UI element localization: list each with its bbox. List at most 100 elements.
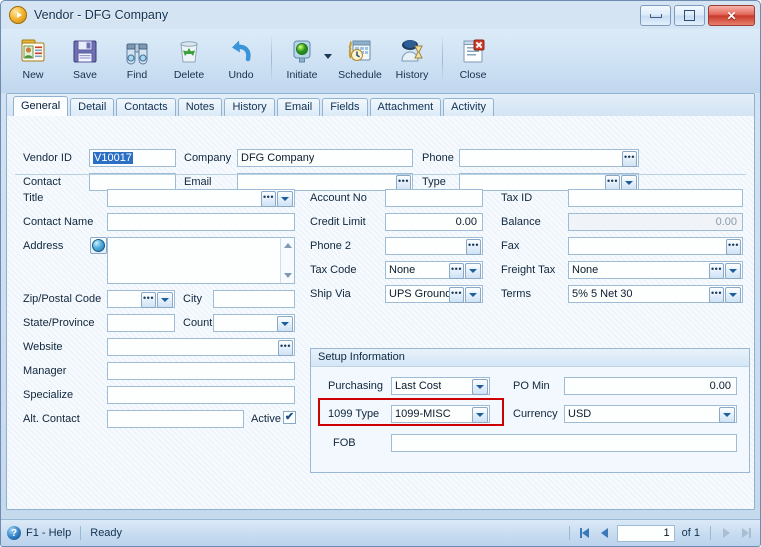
close-button[interactable]: ✕: [708, 5, 755, 26]
maximize-button[interactable]: [674, 5, 705, 26]
country-input[interactable]: [213, 314, 295, 332]
contact-label: Contact: [23, 176, 61, 188]
credit-limit-label: Credit Limit: [310, 216, 366, 228]
address-textarea[interactable]: [107, 237, 295, 284]
initiate-dropdown-arrow-icon[interactable]: [324, 53, 332, 59]
contact-name-input[interactable]: [107, 213, 295, 231]
website-ellipsis-button[interactable]: •••: [278, 340, 293, 356]
undo-button[interactable]: Undo: [215, 31, 267, 93]
zip-ellipsis-button[interactable]: •••: [141, 292, 156, 308]
tab-fields[interactable]: Fields: [322, 98, 368, 116]
toolbar-separator-1: [271, 34, 272, 84]
zip-input[interactable]: •••: [107, 290, 175, 308]
ship-via-input[interactable]: UPS Ground •••: [385, 285, 483, 303]
tax-code-input[interactable]: None •••: [385, 261, 483, 279]
ship-via-label: Ship Via: [310, 288, 351, 300]
country-dropdown-button[interactable]: [277, 316, 293, 332]
previous-record-button[interactable]: [597, 525, 613, 541]
help-icon[interactable]: ?: [7, 526, 21, 540]
tab-activity[interactable]: Activity: [443, 98, 495, 116]
manager-label: Manager: [23, 365, 67, 377]
tax-id-input[interactable]: [568, 189, 743, 207]
delete-button-label: Delete: [173, 69, 205, 81]
1099-type-dropdown-button[interactable]: [472, 407, 488, 423]
terms-ellipsis-button[interactable]: •••: [709, 287, 724, 303]
schedule-button[interactable]: Schedule: [334, 31, 386, 93]
po-min-input[interactable]: 0.00: [564, 377, 737, 395]
undo-button-label: Undo: [228, 69, 254, 81]
city-label: City: [183, 293, 202, 305]
company-input[interactable]: DFG Company: [237, 149, 413, 167]
title-dropdown-button[interactable]: [277, 191, 293, 207]
last-record-button[interactable]: [738, 525, 754, 541]
fax-input[interactable]: •••: [568, 237, 743, 255]
fob-input[interactable]: [391, 434, 737, 452]
zip-dropdown-button[interactable]: [157, 292, 173, 308]
minimize-button[interactable]: [640, 5, 671, 26]
initiate-button[interactable]: Initiate: [276, 31, 328, 93]
purchasing-dropdown-button[interactable]: [472, 379, 488, 395]
document-red-x-icon: [458, 35, 488, 67]
credit-limit-input[interactable]: 0.00: [385, 213, 483, 231]
tab-general[interactable]: General: [13, 96, 69, 117]
phone-input[interactable]: •••: [459, 149, 639, 167]
tax-code-dropdown-button[interactable]: [465, 263, 481, 279]
vendor-id-input[interactable]: V10017: [89, 149, 176, 167]
status-divider: [80, 526, 82, 540]
toolbar: New Save Find Delete Undo Initiate Sched…: [1, 29, 760, 93]
balance-label: Balance: [501, 216, 541, 228]
globe-icon[interactable]: [90, 237, 107, 254]
specialize-input[interactable]: [107, 386, 295, 404]
tab-contacts[interactable]: Contacts: [116, 98, 176, 116]
terms-label: Terms: [501, 288, 531, 300]
terms-dropdown-button[interactable]: [725, 287, 741, 303]
phone-ellipsis-button[interactable]: •••: [622, 151, 637, 167]
tab-email[interactable]: Email: [276, 98, 321, 116]
title-ellipsis-button[interactable]: •••: [261, 191, 276, 207]
next-record-button[interactable]: [718, 525, 734, 541]
help-text[interactable]: F1 - Help: [26, 527, 71, 539]
terms-input[interactable]: 5% 5 Net 30 •••: [568, 285, 743, 303]
active-checkbox[interactable]: ✔: [283, 411, 296, 424]
close-toolbar-button[interactable]: Close: [447, 31, 499, 93]
currency-input[interactable]: USD: [564, 405, 737, 423]
fax-ellipsis-button[interactable]: •••: [726, 239, 741, 255]
tab-notes[interactable]: Notes: [177, 98, 223, 116]
manager-input[interactable]: [107, 362, 295, 380]
ship-via-dropdown-button[interactable]: [465, 287, 481, 303]
save-button[interactable]: Save: [59, 31, 111, 93]
freight-tax-dropdown-button[interactable]: [725, 263, 741, 279]
page-number-input[interactable]: 1: [616, 524, 675, 542]
tab-history[interactable]: History: [224, 98, 275, 116]
city-input[interactable]: [213, 290, 295, 308]
tab-attachment[interactable]: Attachment: [369, 98, 442, 116]
tab-detail[interactable]: Detail: [70, 98, 115, 116]
freight-tax-input[interactable]: None •••: [568, 261, 743, 279]
first-record-button[interactable]: [577, 525, 593, 541]
freight-tax-ellipsis-button[interactable]: •••: [709, 263, 724, 279]
state-input[interactable]: [107, 314, 175, 332]
account-no-input[interactable]: [385, 189, 483, 207]
website-input[interactable]: •••: [107, 338, 295, 356]
new-button[interactable]: New: [7, 31, 59, 93]
address-scrollbar[interactable]: [280, 238, 294, 283]
alt-contact-input[interactable]: [107, 410, 244, 428]
currency-dropdown-button[interactable]: [719, 407, 735, 423]
1099-type-input[interactable]: 1099-MISC: [391, 405, 490, 423]
status-bar: ? F1 - Help Ready 1 of 1: [1, 519, 760, 546]
tax-code-ellipsis-button[interactable]: •••: [449, 263, 464, 279]
tab-strip: General Detail Contacts Notes History Em…: [7, 94, 754, 117]
delete-button[interactable]: Delete: [163, 31, 215, 93]
scroll-up-icon[interactable]: [284, 243, 292, 248]
ship-via-ellipsis-button[interactable]: •••: [449, 287, 464, 303]
history-button[interactable]: History: [386, 31, 438, 93]
purchasing-input[interactable]: Last Cost: [391, 377, 490, 395]
phone2-input[interactable]: •••: [385, 237, 483, 255]
hourglass-icon: [397, 35, 427, 67]
scroll-down-icon[interactable]: [284, 273, 292, 278]
1099-type-value: 1099-MISC: [395, 408, 451, 420]
po-min-value: 0.00: [709, 380, 731, 392]
title-input[interactable]: •••: [107, 189, 295, 207]
phone2-ellipsis-button[interactable]: •••: [466, 239, 481, 255]
find-button[interactable]: Find: [111, 31, 163, 93]
